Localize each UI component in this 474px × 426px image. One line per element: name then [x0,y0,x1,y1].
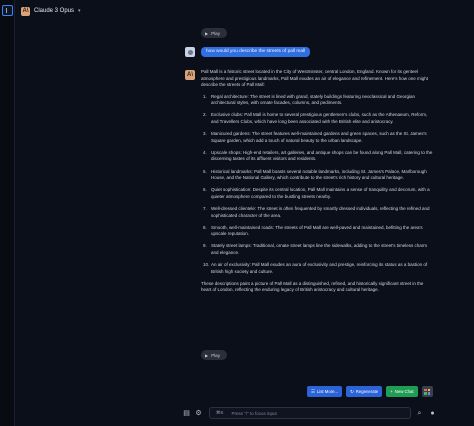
action-bar: ☰ List More... ↻ Regenerate + New Chat [307,386,433,397]
answer-intro: Pall Mall is a historic street located i… [201,69,428,88]
list-item: 6. Quiet sophistication: Despite its cent… [203,187,430,199]
list-item: 1. Regal architecture: The street is line… [203,93,416,106]
new-chat-button[interactable]: + New Chat [386,386,418,397]
list-item: 8. Smooth, well-maintained roads: The str… [203,224,423,237]
list-item: 2. Exclusive clubs: Pall Mall is home to … [203,112,428,125]
list-item: 10. An air of exclusivity: Pall Mall exud… [203,261,428,274]
chevron-down-icon[interactable]: ▾ [78,8,81,14]
list-item: 9. Stately street lamps: Traditional, orn… [203,243,427,255]
grid-icon [424,388,431,395]
user-message: how would you describe the streets of pa… [201,47,311,57]
list-item: 4. Upscale shops: High-end retailers, art… [203,149,433,162]
play-button-top[interactable]: ▶ Play [201,28,227,38]
header: A\ Claude 3 Opus ▾ [15,0,474,22]
regenerate-button[interactable]: ↻ Regenerate [346,386,383,397]
assistant-message: Pall Mall is a historic street located i… [201,69,433,299]
list-icon: ☰ [311,388,315,394]
list-more-button[interactable]: ☰ List More... [307,386,343,397]
claude-avatar-icon: A\ [185,70,195,80]
claude-logo-icon: A\ [21,6,30,16]
attachment-icon[interactable]: ⌕ [415,409,424,418]
user-avatar-icon [185,47,195,57]
play-icon: ▶ [205,352,209,358]
tools-icon[interactable]: ⚙ [194,409,203,418]
apps-grid-button[interactable] [421,386,433,397]
answer-outro: These descriptions paint a picture of Pa… [201,280,424,293]
refresh-icon: ↻ [350,388,354,394]
plus-icon: + [390,389,393,394]
chat-input[interactable]: ⌘K Press "/" to focus input [209,407,411,419]
sidebar-toggle-icon[interactable] [2,5,13,16]
play-label: Play [211,352,221,358]
list-item: 5. Historical landmarks: Pall Mall boasts… [203,168,427,181]
play-icon: ▶ [205,30,209,36]
list-item: 7. Well-dressed clientele: The street is … [203,205,430,218]
play-button-bottom[interactable]: ▶ Play [201,350,227,360]
play-label: Play [211,30,221,36]
list-item: 3. Manicured gardens: The street features… [203,131,427,143]
shortcut-hint: ⌘K [216,410,224,415]
input-row: ▤ ⚙ ⌘K Press "/" to focus input ⌕ ● [182,406,474,420]
input-placeholder: Press "/" to focus input [231,410,277,416]
model-selector[interactable]: Claude 3 Opus [34,8,74,14]
document-icon[interactable]: ▤ [182,409,191,418]
sidebar-strip [0,0,15,426]
answer-list: 1. Regal architecture: The street is line… [201,94,433,275]
user-message-row: how would you describe the streets of pa… [185,47,311,57]
microphone-icon[interactable]: ● [428,409,437,418]
